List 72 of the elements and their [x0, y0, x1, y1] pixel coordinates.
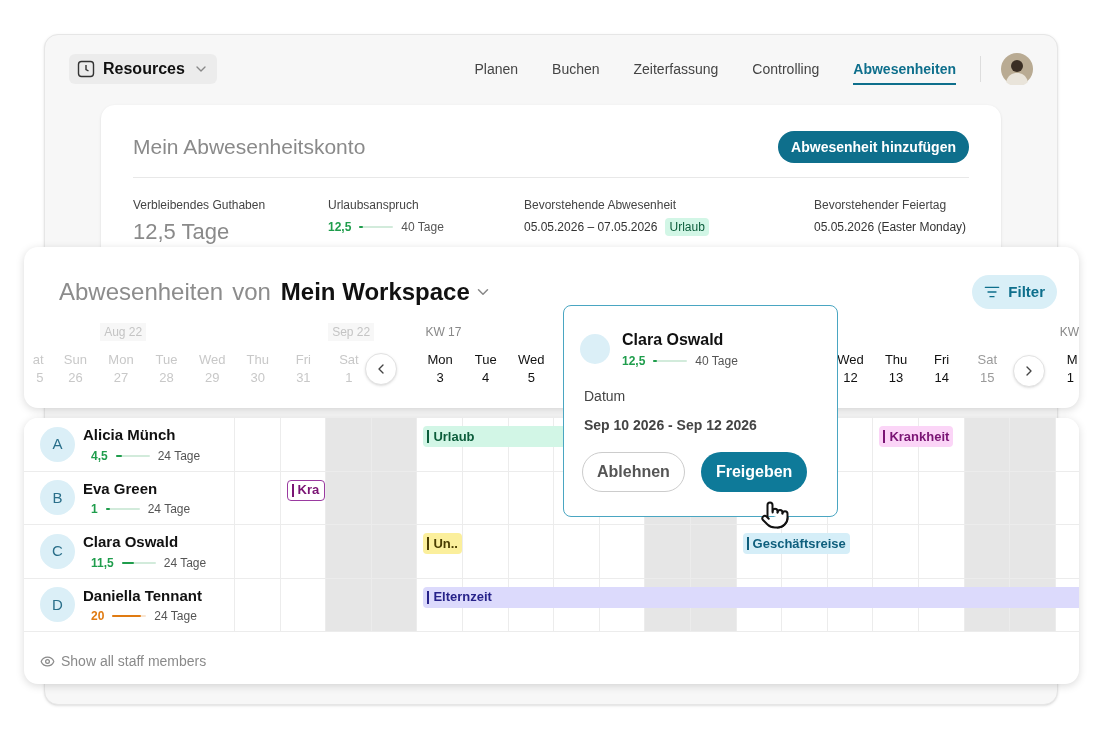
stat-value: 05.05.2026 (Easter Monday) — [814, 219, 968, 236]
balance-value: 4,5 — [91, 447, 108, 465]
workspace-dropdown[interactable]: Mein Workspace — [280, 274, 492, 310]
absence-bar[interactable]: Elternzeit — [423, 586, 1079, 608]
avatar-initial: D — [40, 587, 75, 623]
stat-value: 05.05.2026 – 07.05.2026 — [524, 219, 658, 236]
absence-bar[interactable]: Geschäftsreise — [742, 533, 850, 554]
date-label: 14 — [934, 369, 949, 387]
date-label: Datum — [584, 387, 627, 406]
approve-button[interactable]: Freigeben — [700, 452, 808, 492]
weekday-label: Mon — [427, 351, 453, 369]
weekday-label: M — [1066, 351, 1078, 369]
date-label: 4 — [482, 369, 490, 387]
stat-label: Verbleibendes Guthaben — [133, 197, 267, 214]
date-label: 5 — [527, 369, 535, 387]
stat-label: Bevorstehende Abwesenheit — [524, 197, 678, 214]
balance-total: 24 Tage — [147, 501, 191, 518]
show-all-link[interactable]: Show all staff members — [24, 632, 207, 672]
date-label: 13 — [888, 369, 904, 387]
balance-value: 12,5 — [328, 219, 352, 236]
balance-total: 40 Tage — [401, 219, 444, 236]
absence-bar[interactable]: Krankheit — [879, 426, 954, 447]
next-button[interactable] — [1013, 355, 1045, 387]
staff-name: Daniella Tennant — [83, 585, 202, 606]
balance-total: 24 Tage — [157, 447, 201, 465]
avatar-initial: B — [40, 480, 75, 516]
previous-button[interactable] — [365, 353, 397, 385]
absence-bar[interactable]: Un.. — [423, 533, 462, 554]
avatar[interactable] — [1001, 53, 1033, 85]
filter-button[interactable]: Filter — [972, 275, 1057, 309]
balance-total: 24 Tage — [163, 554, 207, 572]
week-label: KW 17 — [425, 324, 462, 341]
popover-name: Clara Oswald — [622, 330, 725, 350]
eye-icon — [40, 654, 55, 669]
nav-tab[interactable]: Zeiterfassung — [633, 53, 719, 85]
weekday-label: Wed — [837, 351, 864, 369]
staff-name: Eva Green — [83, 478, 159, 499]
date-label: 3 — [436, 369, 444, 387]
weekday-label: Sat — [977, 351, 997, 369]
calendar-title: Abwesenheiten — [59, 277, 224, 307]
nav-tab[interactable]: Planen — [474, 53, 519, 85]
weekday-label: Fri — [934, 351, 950, 369]
week-label: KW — [1059, 324, 1079, 341]
staff-name: Clara Oswald — [83, 532, 180, 552]
staff-name: Alicia Münch — [83, 425, 177, 445]
balance-value: 1 — [91, 501, 98, 518]
avatar-initial: C — [40, 533, 75, 569]
weekday-label: Thu — [884, 351, 908, 369]
absence-badge: Urlaub — [665, 218, 709, 236]
account-title: Mein Abwesenheitskonto — [133, 134, 366, 161]
weekday-label: Tue — [474, 351, 497, 369]
stat-value: 12,5 Tage — [133, 218, 231, 246]
nav-tab[interactable]: Controlling — [752, 53, 820, 85]
date-label: 1 — [1066, 369, 1074, 387]
app-switcher[interactable]: Resources — [69, 54, 217, 84]
stat-label: Urlaubsanspruch — [328, 197, 420, 214]
balance-total: 40 Tage — [695, 353, 738, 370]
filter-icon — [984, 284, 1001, 300]
nav-tab[interactable]: Buchen — [552, 53, 600, 85]
weekday-label: Wed — [518, 351, 545, 369]
stat-label: Bevorstehender Feiertag — [814, 197, 948, 214]
clock-icon — [77, 60, 95, 78]
date-label: 15 — [980, 369, 995, 387]
nav-tab[interactable]: Abwesenheiten — [853, 53, 956, 85]
avatar-initial: A — [40, 426, 75, 462]
balance-total: 24 Tage — [154, 608, 197, 625]
balance-value: 20 — [91, 608, 105, 625]
calendar-title-join: von — [232, 277, 271, 307]
add-absence-button[interactable]: Abwesenheit hinzufügen — [778, 131, 969, 163]
date-label: 12 — [843, 369, 858, 387]
balance-value: 12,5 — [622, 353, 646, 370]
balance-value: 11,5 — [91, 554, 114, 572]
